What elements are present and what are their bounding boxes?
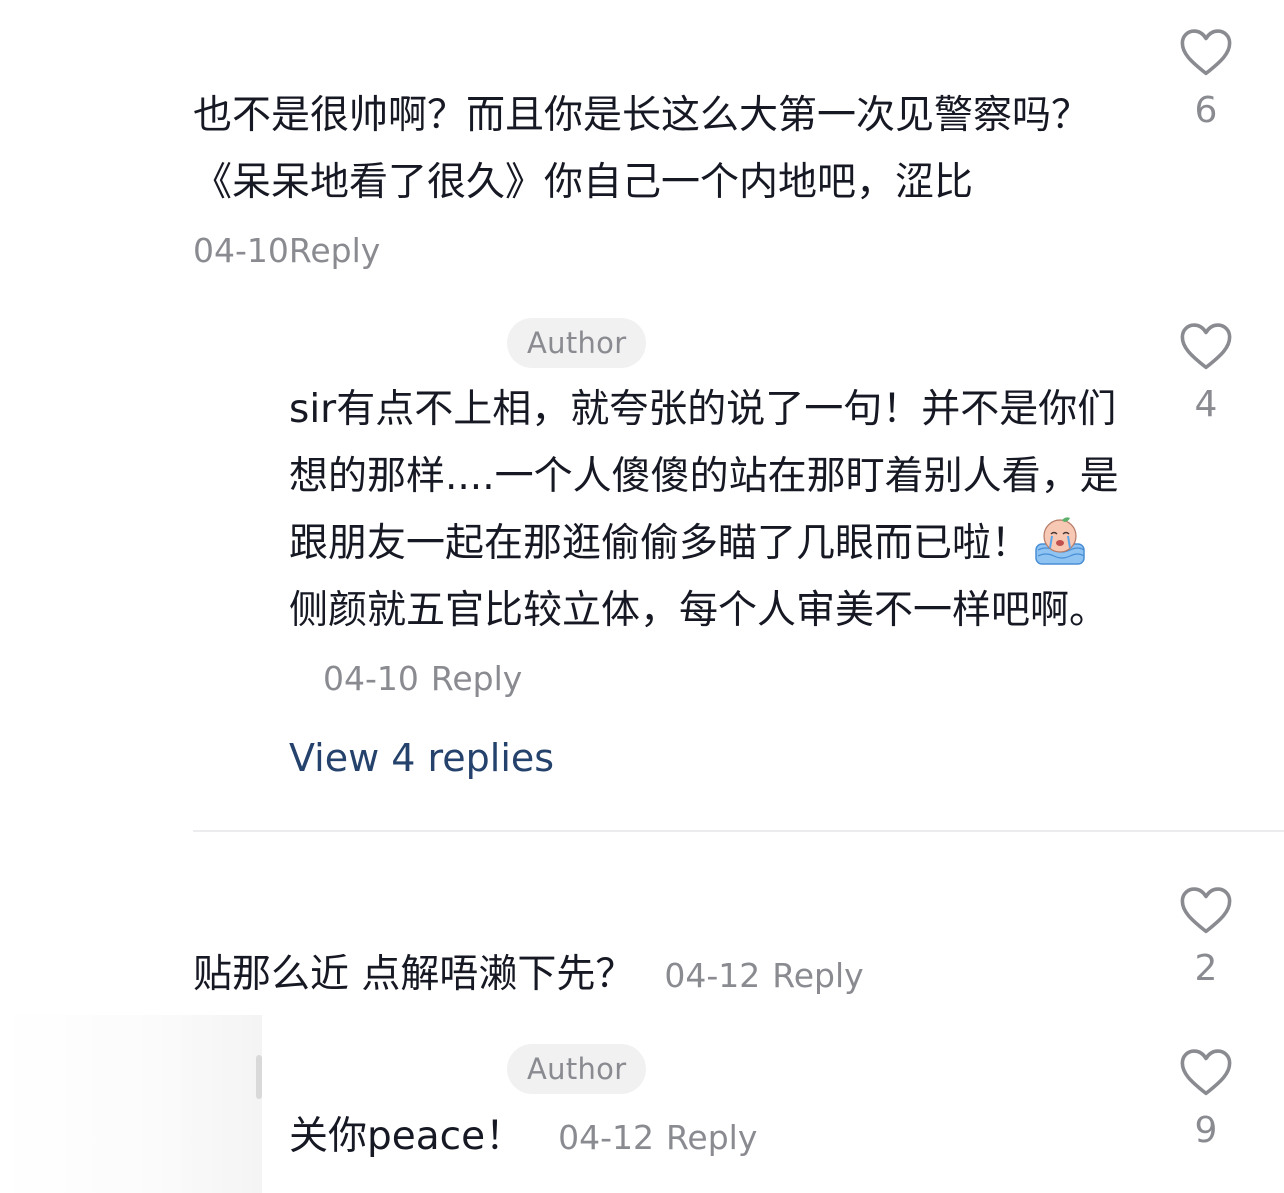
like-button[interactable]: 2 <box>1176 885 1236 989</box>
heart-icon[interactable] <box>1179 27 1233 77</box>
comment-body: 也不是很帅啊？而且你是长这么大第一次见警察吗？《呆呆地看了很久》你自己一个内地吧… <box>193 93 1091 205</box>
reply-button[interactable]: Reply <box>666 1118 757 1157</box>
like-button[interactable]: 4 <box>1176 321 1236 425</box>
reply-meta: 04-10 Reply <box>323 659 522 698</box>
heart-icon[interactable] <box>1179 321 1233 371</box>
avatar-placeholder <box>0 1015 262 1193</box>
comment-meta: 04-12 Reply <box>664 956 863 995</box>
crying-face-emoji-icon <box>1035 517 1085 565</box>
comment-meta: 04-10Reply <box>193 231 380 271</box>
comment-body: 贴那么近 点解唔濑下先？ <box>193 952 635 997</box>
like-button[interactable]: 9 <box>1176 1047 1236 1151</box>
like-count: 6 <box>1194 90 1218 131</box>
comment-divider <box>193 830 1284 832</box>
like-button[interactable]: 6 <box>1176 27 1236 131</box>
reply-text: sir有点不上相，就夸张的说了一句！并不是你们想的那样....一个人傻傻的站在那… <box>289 376 1119 712</box>
author-badge: Author <box>507 1044 647 1094</box>
view-replies-button[interactable]: View 4 replies <box>289 734 554 782</box>
reply-body: 关你peace！ <box>289 1114 525 1159</box>
reply-body-continued: 侧颜就五官比较立体，每个人审美不一样吧啊。 <box>289 588 1109 633</box>
comment-text: 也不是很帅啊？而且你是长这么大第一次见警察吗？《呆呆地看了很久》你自己一个内地吧… <box>193 82 1133 216</box>
reply-button[interactable]: Reply <box>289 231 380 270</box>
comment-date: 04-10 <box>193 231 289 270</box>
reply-date: 04-12 <box>558 1118 654 1157</box>
like-count: 4 <box>1194 384 1218 425</box>
like-count: 2 <box>1194 948 1218 989</box>
reply-meta: 04-12 Reply <box>558 1118 757 1157</box>
reply-button[interactable]: Reply <box>772 956 863 995</box>
reply-button[interactable]: Reply <box>431 659 522 698</box>
like-count: 9 <box>1194 1110 1218 1151</box>
reply-text: 关你peace！ 04-12 Reply <box>289 1103 1119 1171</box>
heart-icon[interactable] <box>1179 885 1233 935</box>
avatar[interactable] <box>256 1055 262 1099</box>
comment-text: 贴那么近 点解唔濑下先？ 04-12 Reply <box>193 941 1153 1009</box>
author-badge: Author <box>507 318 647 368</box>
heart-icon[interactable] <box>1179 1047 1233 1097</box>
reply-body: sir有点不上相，就夸张的说了一句！并不是你们想的那样....一个人傻傻的站在那… <box>289 387 1119 566</box>
comment-date: 04-12 <box>664 956 761 995</box>
reply-date: 04-10 <box>323 659 419 698</box>
